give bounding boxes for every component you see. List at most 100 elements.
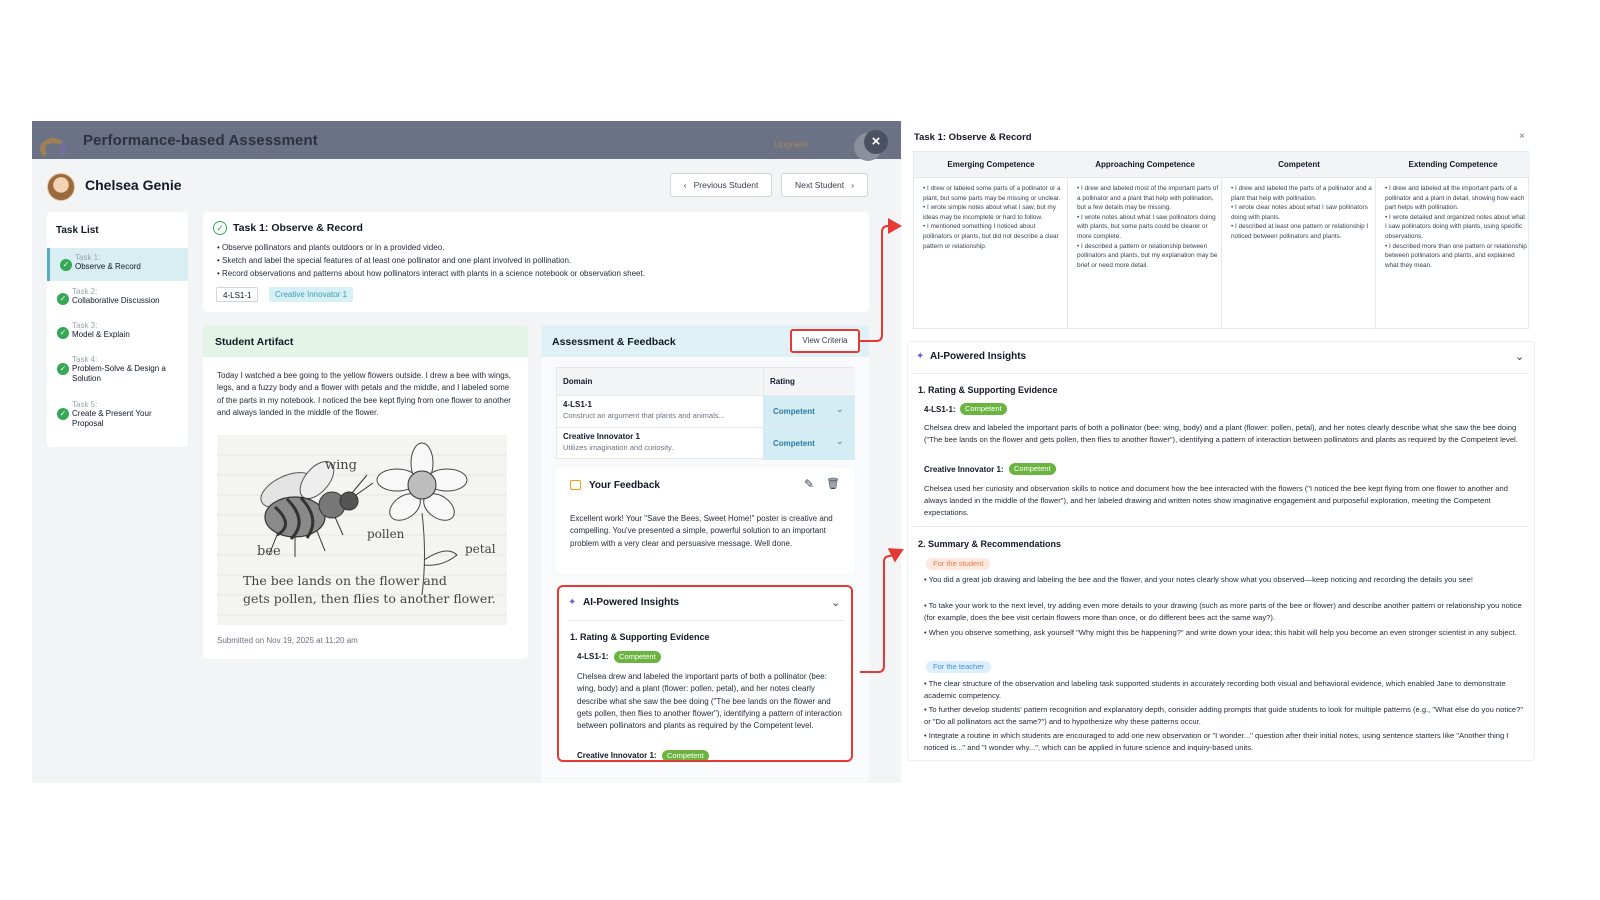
chevron-right-icon: › <box>844 180 855 190</box>
next-student-label: Next Student <box>794 180 845 190</box>
ai-section-heading: 1. Rating & Supporting Evidence <box>570 632 710 642</box>
domain-description: Utilizes imagination and curiosity. <box>563 443 674 452</box>
teacher-recommendation: • To further develop students' pattern r… <box>924 705 1524 726</box>
criteria-item: • I described more than one pattern or r… <box>1385 242 1527 269</box>
teacher-recommendation: • The clear structure of the observation… <box>924 679 1506 700</box>
next-student-button[interactable]: Next Student › <box>781 173 868 197</box>
check-circle-icon: ✓ <box>57 293 69 305</box>
chevron-down-icon: ⌄ <box>836 404 844 414</box>
task-name: Problem-Solve & Design a Solution <box>72 364 166 383</box>
ai-insights-title: AI-Powered Insights <box>930 351 1027 362</box>
criteria-table: Emerging Competence • I drew or labeled … <box>913 151 1530 330</box>
view-criteria-button[interactable]: View Criteria <box>790 329 860 353</box>
task-list-item-4[interactable]: ✓ Task 4: Problem-Solve & Design a Solut… <box>47 350 188 392</box>
criteria-item: • I described at least one pattern or re… <box>1231 223 1369 240</box>
sketch-label-bee: bee <box>257 544 281 559</box>
criteria-item: • I drew and labeled all the important p… <box>1385 185 1525 212</box>
student-artifact-panel: Student Artifact Today I watched a bee g… <box>203 325 528 659</box>
task-bullet: • Observe pollinators and plants outdoor… <box>217 243 445 252</box>
sketch-caption-line1: The bee lands on the flower and <box>243 573 447 588</box>
artifact-header: Student Artifact <box>203 325 528 357</box>
ai-domain-label: 4-LS1-1: <box>924 405 956 414</box>
task-name: Collaborative Discussion <box>72 296 160 305</box>
task-list-item-5[interactable]: ✓ Task 5: Create & Present Your Proposal <box>47 395 188 437</box>
ai-evidence-text: Chelsea drew and labeled the important p… <box>577 672 842 731</box>
criteria-title: Task 1: Observe & Record <box>914 132 1032 143</box>
task-description-card: ✓ Task 1: Observe & Record • Observe pol… <box>203 212 869 312</box>
task-list-item-2[interactable]: ✓ Task 2: Collaborative Discussion <box>47 282 188 315</box>
criteria-column-header: Extending Competence <box>1376 152 1530 178</box>
student-name: Chelsea Genie <box>85 177 182 193</box>
task-title: Task 1: Observe & Record <box>233 222 363 234</box>
ai-evidence-text: Chelsea used her curiosity and observati… <box>924 484 1508 517</box>
previous-student-label: Previous Student <box>693 180 759 190</box>
edit-icon[interactable]: ✎ <box>804 477 814 491</box>
ai-section-heading: 2. Summary & Recommendations <box>918 539 1062 549</box>
feedback-title: Your Feedback <box>589 480 660 491</box>
for-teacher-pill: For the teacher <box>926 661 991 673</box>
competent-badge: Competent <box>1009 463 1056 475</box>
window-title-bar: Performance-based Assessment Upgrade × <box>32 121 901 161</box>
ai-domain-label: Creative Innovator 1: <box>924 465 1004 474</box>
student-recommendation: • When you observe something, ask yourse… <box>924 628 1517 637</box>
student-recommendation: • To take your work to the next level, t… <box>924 601 1522 622</box>
trash-icon[interactable]: 🗑 <box>826 477 840 490</box>
criteria-column-header: Competent <box>1222 152 1376 178</box>
criteria-column-header: Emerging Competence <box>914 152 1068 178</box>
ai-insights-card: ✦ AI-Powered Insights ⌄ 1. Rating & Supp… <box>557 585 853 762</box>
criteria-item: • I wrote clear notes about what I saw p… <box>1231 204 1368 221</box>
ai-section-heading: 1. Rating & Supporting Evidence <box>918 385 1058 395</box>
task-list-item-3[interactable]: ✓ Task 3: Model & Explain <box>47 316 188 349</box>
domain-code: Creative Innovator 1 <box>563 432 640 441</box>
chevron-left-icon: ‹ <box>683 180 694 190</box>
criteria-item: • I wrote notes about what I saw pollina… <box>1077 213 1216 240</box>
chevron-down-icon[interactable]: ⌄ <box>1515 350 1524 363</box>
competent-badge: Competent <box>662 750 709 760</box>
rating-select[interactable]: Competent ⌄ <box>763 428 855 460</box>
criteria-item: • I described a pattern or relationship … <box>1077 242 1218 269</box>
criteria-column-emerging: Emerging Competence • I drew or labeled … <box>914 152 1068 330</box>
sparkle-icon: ✦ <box>916 351 925 362</box>
competent-badge: Competent <box>614 651 661 663</box>
task-number: Task 4: <box>72 355 98 364</box>
domain-rating-table: Domain Rating 4-LS1-1 Construct an argum… <box>556 367 855 460</box>
divider <box>913 526 1528 527</box>
for-student-pill: For the student <box>926 558 991 570</box>
ai-domain-label: 4-LS1-1: <box>577 652 609 661</box>
close-window-button[interactable]: × <box>864 130 888 154</box>
check-circle-icon: ✓ <box>60 259 72 271</box>
divider <box>568 620 844 621</box>
student-sketch-image: wing bee pollen petal The bee lands on t… <box>217 435 507 625</box>
chevron-down-icon: ⌄ <box>836 436 844 446</box>
student-avatar <box>47 173 75 201</box>
standard-tag: 4-LS1-1 <box>216 287 259 302</box>
ai-evidence-text: Chelsea drew and labeled the important p… <box>924 423 1518 444</box>
table-header-domain: Domain <box>557 368 763 395</box>
rating-value: Competent <box>773 439 815 448</box>
previous-student-button[interactable]: ‹ Previous Student <box>670 173 772 197</box>
domain-code: 4-LS1-1 <box>563 400 592 409</box>
ai-insights-title: AI-Powered Insights <box>583 597 680 608</box>
criteria-item: • I drew and labeled most of the importa… <box>1077 185 1219 212</box>
task-number: Task 3: <box>72 321 98 330</box>
ai-domain-label: Creative Innovator 1: <box>577 751 657 760</box>
comment-icon <box>570 480 581 490</box>
your-feedback-card: Your Feedback ✎ 🗑 Excellent work! Your "… <box>556 468 854 573</box>
rating-value: Competent <box>773 407 815 416</box>
sparkle-icon: ✦ <box>568 597 577 608</box>
sketch-label-pollen: pollen <box>367 527 405 541</box>
submitted-timestamp: Submitted on Nov 19, 2025 at 11:20 am <box>217 636 358 645</box>
chevron-down-icon[interactable]: ⌄ <box>831 596 840 609</box>
task-bullet: • Record observations and patterns about… <box>217 269 645 278</box>
sketch-caption-line2: gets pollen, then flies to another flowe… <box>243 591 496 606</box>
upgrade-link[interactable]: Upgrade <box>774 139 809 149</box>
task-name: Model & Explain <box>72 330 130 339</box>
check-circle-icon: ✓ <box>57 408 69 420</box>
task-list-item-1[interactable]: ✓ Task 1: Observe & Record <box>47 248 188 281</box>
criteria-column-body: • I drew and labeled the parts of a poll… <box>1231 184 1373 242</box>
window-title: Performance-based Assessment <box>83 132 318 149</box>
close-icon[interactable]: × <box>1519 131 1525 142</box>
criteria-item: • I wrote simple notes about what I saw,… <box>923 204 1056 221</box>
rating-select[interactable]: Competent ⌄ <box>763 396 855 428</box>
domain-description: Construct an argument that plants and an… <box>563 411 725 420</box>
